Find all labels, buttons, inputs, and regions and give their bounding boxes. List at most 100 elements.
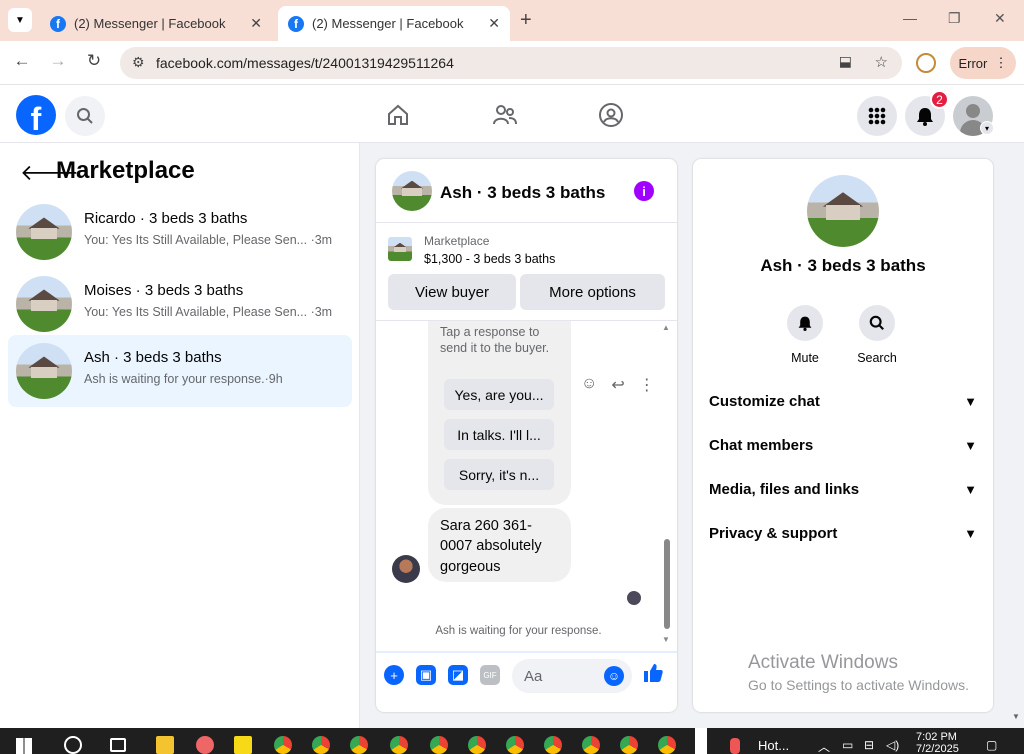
browser-tab-active[interactable]: f (2) Messenger | Facebook ✕ (278, 6, 510, 41)
photo-icon[interactable]: ▣ (416, 665, 436, 685)
tab-search-dropdown[interactable]: ▼ (8, 8, 32, 32)
message-bubble[interactable]: Sara 260 361-0007 absolutely gorgeous (428, 508, 571, 582)
network-icon[interactable]: ⊟ (864, 738, 874, 752)
bookmark-star-icon[interactable]: ☆ (875, 53, 888, 71)
reload-icon[interactable]: ↻ (82, 51, 106, 71)
facebook-favicon-icon: f (288, 15, 304, 32)
back-icon[interactable]: ← (10, 51, 34, 71)
chrome-icon[interactable] (544, 736, 562, 754)
taskbar-search-icon[interactable] (64, 736, 82, 754)
chrome-icon[interactable] (390, 736, 408, 754)
message-scrollbar[interactable]: ▲ ▼ (662, 321, 672, 651)
chat-title[interactable]: Ash · 3 beds 3 baths (440, 183, 605, 203)
search-icon[interactable] (65, 96, 105, 136)
chrome-icon[interactable] (620, 736, 638, 754)
plus-icon[interactable]: + (384, 665, 404, 685)
privacy-support-section[interactable]: Privacy & support ▼ (709, 513, 977, 553)
gif-icon[interactable]: GIF (480, 665, 500, 685)
thermometer-icon (730, 738, 740, 754)
chrome-icon[interactable] (312, 736, 330, 754)
thumbs-up-icon[interactable] (642, 662, 664, 690)
windows-start-icon[interactable] (16, 738, 32, 754)
quick-response-button[interactable]: Yes, are you... (444, 379, 554, 410)
chrome-icon[interactable] (506, 736, 524, 754)
chevron-up-icon[interactable]: ︿ (818, 738, 830, 754)
groups-icon[interactable] (598, 102, 624, 128)
quick-response-button[interactable]: Sorry, it's n... (444, 459, 554, 490)
facebook-logo[interactable]: f (16, 95, 56, 135)
chrome-icon[interactable] (658, 736, 676, 754)
mute-label: Mute (791, 351, 819, 365)
emoji-icon[interactable]: ☺ (604, 666, 624, 686)
view-buyer-button[interactable]: View buyer (388, 274, 516, 310)
sticky-notes-icon[interactable] (234, 736, 252, 754)
restore-icon[interactable]: ❐ (948, 10, 961, 27)
volume-icon[interactable]: ◁) (886, 738, 899, 752)
address-bar[interactable]: ⚙ facebook.com/messages/t/24001319429511… (120, 47, 902, 79)
listing-price: $1,300 - 3 beds 3 baths (424, 252, 556, 266)
search-icon[interactable] (859, 305, 895, 341)
file-explorer-icon[interactable] (156, 736, 174, 754)
site-info-icon[interactable]: ⚙ (132, 54, 145, 71)
browser-tab[interactable]: f (2) Messenger | Facebook ✕ (40, 6, 272, 41)
chevron-down-icon: ▼ (964, 481, 977, 497)
bell-icon[interactable] (787, 305, 823, 341)
reply-icon[interactable]: ↩ (611, 375, 624, 395)
search-action[interactable]: Search (847, 305, 907, 365)
close-tab-icon[interactable]: ✕ (488, 15, 500, 32)
camera-icon[interactable]: ▭ (842, 738, 853, 752)
conversation-name: Ash · 3 beds 3 baths (84, 349, 222, 366)
task-view-icon[interactable] (110, 738, 126, 752)
marketplace-label: Marketplace (424, 234, 490, 248)
tab-title: (2) Messenger | Facebook (74, 16, 226, 31)
react-icon[interactable]: ☺ (581, 375, 597, 395)
more-icon[interactable]: ⋮ (639, 375, 655, 395)
chevron-down-icon[interactable]: ▾ (980, 121, 994, 135)
friends-icon[interactable] (492, 102, 518, 128)
profile-picture[interactable] (807, 175, 879, 247)
chat-members-section[interactable]: Chat members ▼ (709, 425, 977, 465)
notifications-icon[interactable]: ▢ (986, 738, 997, 752)
menu-grid-icon[interactable] (857, 96, 897, 136)
section-label: Chat members (709, 436, 814, 454)
forward-icon[interactable]: → (46, 51, 70, 71)
taskbar-clock[interactable]: 7:02 PM 7/2/2025 (916, 731, 959, 754)
listing-thumbnail[interactable] (388, 237, 412, 261)
conversation-info-panel: Ash · 3 beds 3 baths Mute Search Customi… (693, 159, 993, 712)
chrome-icon[interactable] (430, 736, 448, 754)
chrome-icon[interactable] (274, 736, 292, 754)
chrome-icon[interactable] (468, 736, 486, 754)
sidebar-title: Marketplace (56, 157, 195, 184)
conversation-snippet: You: Yes Its Still Available, Please Sen… (84, 305, 333, 319)
media-files-section[interactable]: Media, files and links ▼ (709, 469, 977, 509)
chrome-icon[interactable] (350, 736, 368, 754)
scroll-down-icon[interactable]: ▼ (662, 635, 670, 644)
scroll-up-icon[interactable]: ▲ (662, 323, 670, 332)
page-scroll-down-icon[interactable]: ▼ (1012, 712, 1020, 721)
install-app-icon[interactable]: ⬓ (839, 53, 852, 70)
scrollbar-thumb[interactable] (664, 539, 670, 629)
sender-avatar[interactable] (392, 555, 420, 583)
clock-time: 7:02 PM (916, 731, 957, 743)
close-tab-icon[interactable]: ✕ (250, 15, 262, 32)
new-tab-button[interactable]: + (520, 9, 532, 32)
more-options-button[interactable]: More options (520, 274, 665, 310)
mute-action[interactable]: Mute (775, 305, 835, 365)
profile-icon[interactable] (916, 53, 936, 73)
weather-text[interactable]: Hot... (758, 738, 789, 753)
app-icon[interactable] (196, 736, 214, 754)
home-icon[interactable] (385, 102, 411, 128)
conversation-item-active[interactable]: Ash · 3 beds 3 baths Ash is waiting for … (8, 335, 352, 407)
conversation-item[interactable]: Moises · 3 beds 3 baths You: Yes Its Sti… (8, 268, 352, 340)
customize-chat-section[interactable]: Customize chat ▼ (709, 381, 977, 421)
sticker-icon[interactable]: ◪ (448, 665, 468, 685)
tab-title: (2) Messenger | Facebook (312, 16, 464, 31)
chrome-icon[interactable] (582, 736, 600, 754)
close-window-icon[interactable]: ✕ (994, 10, 1006, 27)
info-icon[interactable]: i (634, 181, 654, 201)
conversation-item[interactable]: Ricardo · 3 beds 3 baths You: Yes Its St… (8, 196, 352, 268)
error-button[interactable]: Error ⋮ (950, 47, 1016, 79)
minimize-icon[interactable]: — (903, 10, 917, 26)
quick-response-button[interactable]: In talks. I'll l... (444, 419, 554, 450)
chat-avatar[interactable] (392, 171, 432, 211)
